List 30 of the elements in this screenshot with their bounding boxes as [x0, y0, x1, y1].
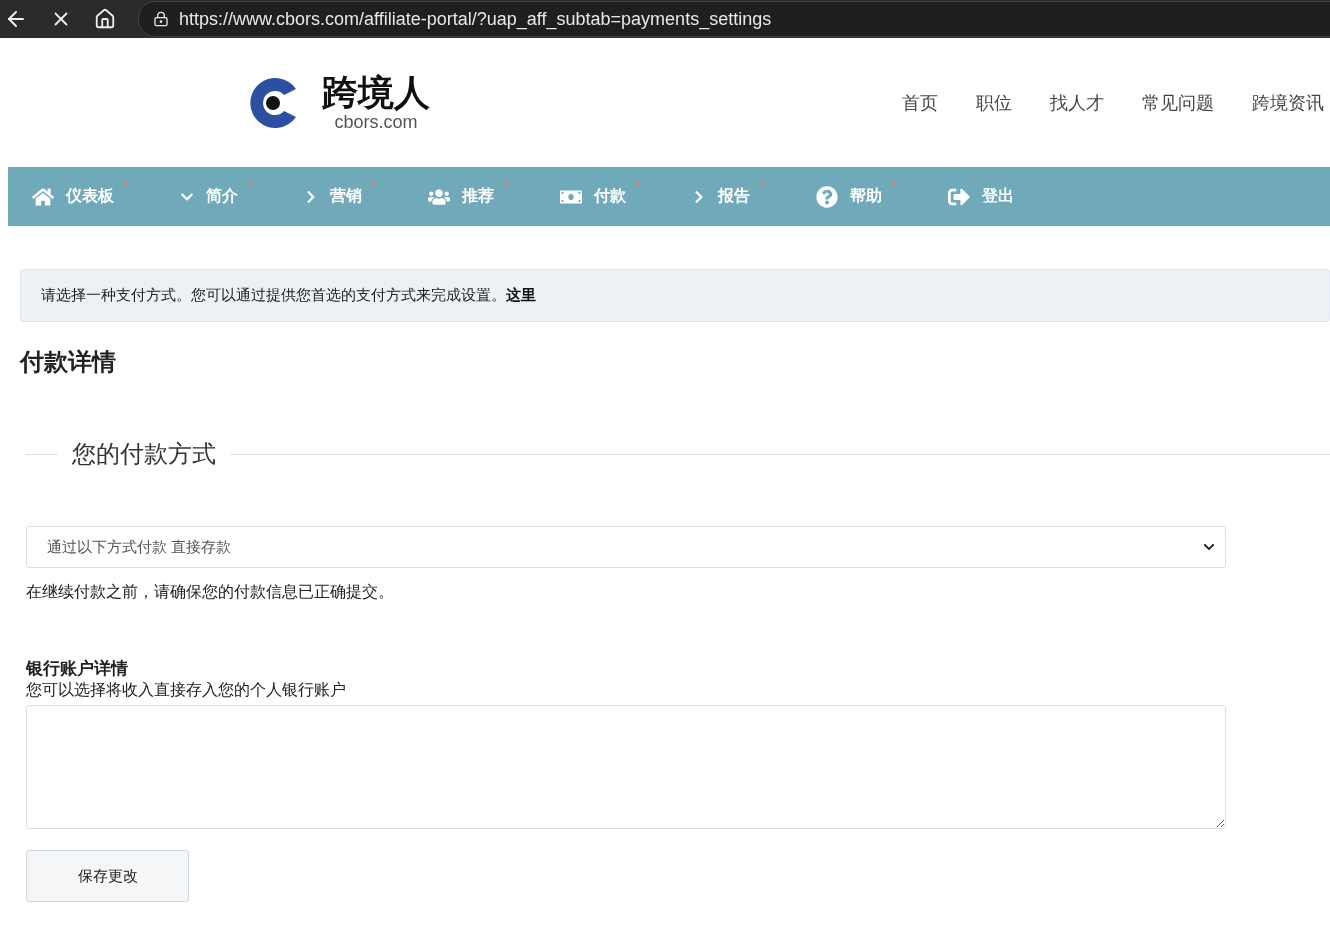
- nav-dot-icon: [636, 181, 640, 186]
- payment-method-select[interactable]: 通过以下方式付款 直接存款: [26, 526, 1226, 568]
- header-link[interactable]: 跨境资讯: [1252, 90, 1324, 115]
- header-link[interactable]: 首页: [902, 90, 938, 115]
- nav-dot-icon: [372, 182, 376, 186]
- address-bar[interactable]: https://www.cbors.com/affiliate-portal/?uap_aff_subtab=payments_settings: [138, 1, 1330, 37]
- header-link[interactable]: 找人才: [1050, 90, 1104, 115]
- header-link[interactable]: 职位: [976, 90, 1012, 115]
- logo-domain: cbors.com: [334, 112, 418, 131]
- nav-dot-icon: [760, 182, 764, 186]
- section-legend: 您的付款方式: [58, 438, 230, 470]
- payment-note: 在继续付款之前，请确保您的付款信息已正确提交。: [26, 582, 395, 602]
- bank-details-field[interactable]: [26, 705, 1226, 829]
- notice-text: 请选择一种支付方式。您可以通过提供您首选的支付方式来完成设置。这里: [20, 269, 1330, 322]
- header-link[interactable]: 常见问题: [1142, 90, 1214, 115]
- home-icon[interactable]: [94, 8, 116, 30]
- lock-icon: [153, 11, 169, 27]
- help-icon: [816, 185, 838, 208]
- nav-dot-icon: [504, 181, 508, 186]
- save-button[interactable]: 保存更改: [26, 850, 189, 902]
- bank-title: 银行账户详情: [26, 658, 129, 680]
- nav-dot-icon: [248, 182, 252, 186]
- bank-description: 您可以选择将收入直接存入您的个人银行账户: [26, 680, 347, 700]
- nav-dot-icon: [124, 181, 128, 186]
- page-title: 付款详情: [20, 347, 117, 377]
- here-link[interactable]: 这里: [506, 286, 536, 303]
- home-icon: [32, 185, 54, 208]
- logo-title: 跨境人: [322, 74, 430, 111]
- nav-dot-icon: [892, 181, 896, 186]
- chevron-down-icon: [1203, 541, 1215, 553]
